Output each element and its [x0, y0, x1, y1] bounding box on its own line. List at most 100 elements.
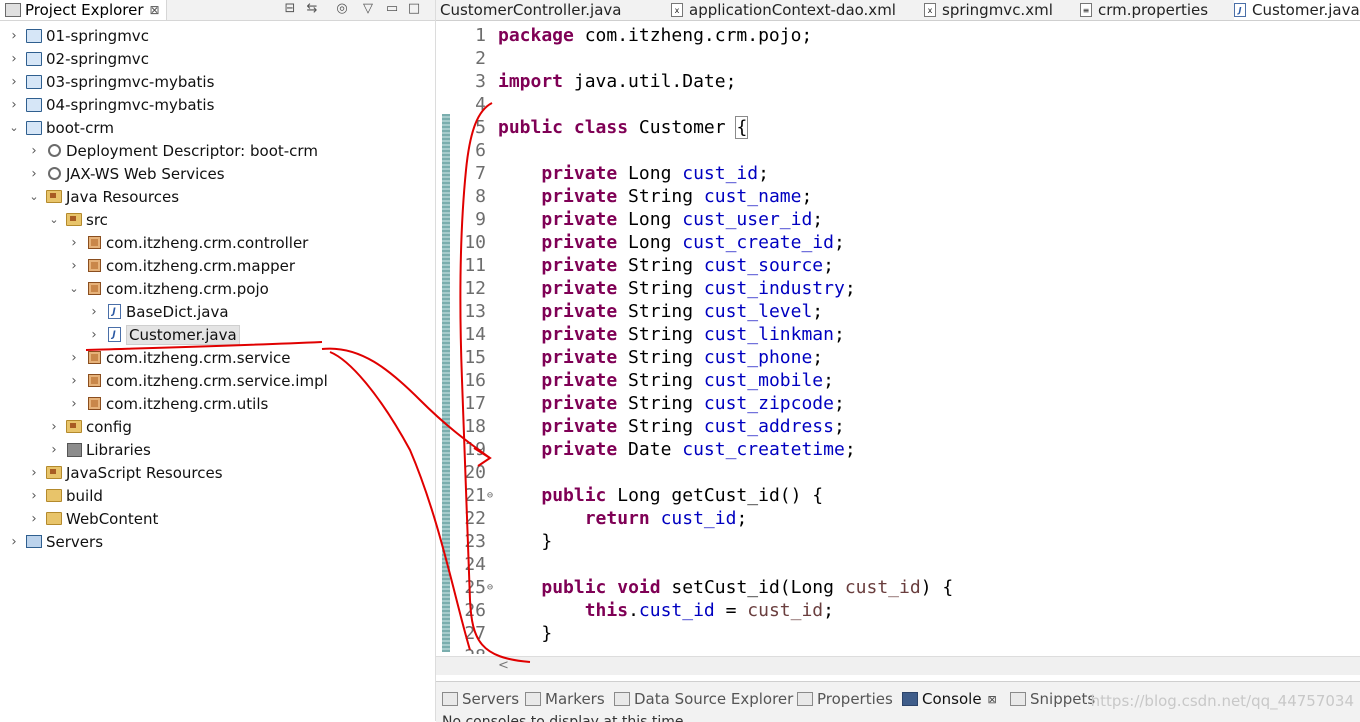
- chevron-right-icon[interactable]: ›: [47, 419, 61, 435]
- code-line[interactable]: 27 }: [452, 622, 1352, 645]
- chevron-right-icon[interactable]: ›: [67, 258, 81, 274]
- chevron-right-icon[interactable]: ›: [7, 51, 21, 67]
- fold-toggle-icon[interactable]: ⊖: [487, 576, 493, 599]
- code-line[interactable]: 26 this.cust_id = cust_id;: [452, 599, 1352, 622]
- code-line[interactable]: 23 }: [452, 530, 1352, 553]
- chevron-right-icon[interactable]: ›: [7, 534, 21, 550]
- chevron-right-icon[interactable]: ›: [7, 28, 21, 44]
- maximize-icon[interactable]: □: [405, 0, 423, 18]
- link-with-editor-icon[interactable]: ⇆: [303, 0, 321, 18]
- tab-data-source-explorer[interactable]: Data Source Explorer: [614, 688, 793, 710]
- tab-applicationcontext-dao-xml[interactable]: x applicationContext-dao.xml: [671, 0, 896, 20]
- chevron-right-icon[interactable]: ›: [67, 373, 81, 389]
- tab-console[interactable]: Console ⊠: [902, 688, 997, 710]
- code-line[interactable]: 14 private String cust_linkman;: [452, 323, 1352, 346]
- project-explorer-tab[interactable]: Project Explorer ⊠: [0, 0, 167, 20]
- chevron-down-icon[interactable]: ⌄: [8, 121, 20, 134]
- fold-toggle-icon[interactable]: ⊖: [487, 484, 493, 507]
- minimize-icon[interactable]: ▭: [383, 0, 401, 18]
- tree-item[interactable]: ⌄ src: [48, 208, 108, 231]
- tab-properties[interactable]: Properties: [797, 688, 893, 710]
- code-line[interactable]: 17 private String cust_zipcode;: [452, 392, 1352, 415]
- tree-item[interactable]: › J Customer.java: [88, 323, 240, 346]
- tree-item[interactable]: › Deployment Descriptor: boot-crm: [28, 139, 318, 162]
- close-icon[interactable]: ⊠: [988, 693, 997, 706]
- code-line[interactable]: 1 package com.itzheng.crm.pojo;: [452, 24, 1352, 47]
- tab-servers[interactable]: Servers: [442, 688, 519, 710]
- tab-markers[interactable]: Markers: [525, 688, 605, 710]
- code-line[interactable]: 6: [452, 139, 1352, 162]
- tree-item[interactable]: › 02-springmvc: [8, 47, 149, 70]
- code-line[interactable]: 28: [452, 645, 1352, 654]
- code-line[interactable]: 3 import java.util.Date;: [452, 70, 1352, 93]
- code-line[interactable]: 4: [452, 93, 1352, 116]
- code-line[interactable]: 16 private String cust_mobile;: [452, 369, 1352, 392]
- tree-item[interactable]: › com.itzheng.crm.controller: [68, 231, 308, 254]
- chevron-right-icon[interactable]: ›: [27, 488, 41, 504]
- code-line[interactable]: 25 ⊖ public void setCust_id(Long cust_id)…: [452, 576, 1352, 599]
- chevron-down-icon[interactable]: ⌄: [68, 282, 80, 295]
- tree-item[interactable]: › 03-springmvc-mybatis: [8, 70, 214, 93]
- code-line[interactable]: 24: [452, 553, 1352, 576]
- code-line[interactable]: 20: [452, 461, 1352, 484]
- tree-item[interactable]: › Libraries: [47, 438, 150, 461]
- tree-item[interactable]: › com.itzheng.crm.service: [67, 346, 290, 369]
- chevron-right-icon[interactable]: ›: [87, 327, 101, 343]
- code-line[interactable]: 22 return cust_id;: [452, 507, 1352, 530]
- chevron-right-icon[interactable]: ›: [7, 74, 21, 90]
- code-line[interactable]: 7 private Long cust_id;: [452, 162, 1352, 185]
- code-area[interactable]: 1 package com.itzheng.crm.pojo; 2 3 import j…: [452, 24, 1360, 654]
- tab-snippets[interactable]: Snippets: [1010, 688, 1095, 710]
- code-line[interactable]: 19 private Date cust_createtime;: [452, 438, 1352, 461]
- code-line[interactable]: 5 public class Customer {: [452, 116, 1352, 139]
- scroll-left-icon[interactable]: <: [498, 657, 509, 675]
- chevron-down-icon[interactable]: ⌄: [48, 213, 60, 226]
- tree-item[interactable]: ⌄ com.itzheng.crm.pojo: [68, 277, 268, 300]
- code-text: private Long cust_create_id;: [541, 232, 845, 253]
- code-line[interactable]: 18 private String cust_address;: [452, 415, 1352, 438]
- close-icon[interactable]: ⊠: [150, 3, 160, 17]
- tab-springmvc-xml[interactable]: x springmvc.xml: [924, 0, 1053, 20]
- view-menu-icon[interactable]: ▽: [359, 0, 377, 18]
- collapse-all-icon[interactable]: ⊟: [281, 0, 299, 18]
- chevron-down-icon[interactable]: ⌄: [28, 190, 40, 203]
- chevron-right-icon[interactable]: ›: [87, 304, 101, 320]
- tree-item[interactable]: ⌄ boot-crm: [8, 116, 114, 139]
- code-line[interactable]: 13 private String cust_level;: [452, 300, 1352, 323]
- tree-item[interactable]: › 04-springmvc-mybatis: [8, 93, 214, 116]
- tree-item[interactable]: ⌄ Java Resources: [28, 185, 179, 208]
- code-line[interactable]: 10 private Long cust_create_id;: [452, 231, 1352, 254]
- tree-item[interactable]: › com.itzheng.crm.mapper: [68, 254, 295, 277]
- code-line[interactable]: 8 private String cust_name;: [452, 185, 1352, 208]
- tree-item[interactable]: › config: [48, 415, 132, 438]
- chevron-right-icon[interactable]: ›: [67, 396, 81, 412]
- chevron-right-icon[interactable]: ›: [47, 442, 61, 458]
- code-line[interactable]: 12 private String cust_industry;: [452, 277, 1352, 300]
- chevron-right-icon[interactable]: ›: [7, 97, 21, 113]
- tree-item[interactable]: › build: [28, 484, 103, 507]
- tree-item[interactable]: › JAX-WS Web Services: [27, 162, 224, 185]
- tab-customer-java[interactable]: J Customer.java: [1234, 0, 1360, 20]
- chevron-right-icon[interactable]: ›: [27, 143, 41, 159]
- chevron-right-icon[interactable]: ›: [27, 166, 41, 182]
- tree-item[interactable]: › com.itzheng.crm.service.impl: [67, 369, 327, 392]
- tree-item[interactable]: › JavaScript Resources: [27, 461, 222, 484]
- chevron-right-icon[interactable]: ›: [67, 350, 81, 366]
- tab-crm-properties[interactable]: ≡ crm.properties: [1080, 0, 1208, 20]
- tree-item[interactable]: › J BaseDict.java: [87, 300, 228, 323]
- chevron-right-icon[interactable]: ›: [27, 465, 41, 481]
- tree-item[interactable]: › Servers: [8, 530, 103, 553]
- code-line[interactable]: 9 private Long cust_user_id;: [452, 208, 1352, 231]
- code-line[interactable]: 11 private String cust_source;: [452, 254, 1352, 277]
- tree-item[interactable]: › WebContent: [28, 507, 158, 530]
- horizontal-scrollbar[interactable]: <: [436, 656, 1360, 675]
- code-line[interactable]: 21 ⊖ public Long getCust_id() {: [452, 484, 1352, 507]
- chevron-right-icon[interactable]: ›: [67, 235, 81, 251]
- focus-icon[interactable]: ◎: [333, 0, 351, 18]
- code-line[interactable]: 2: [452, 47, 1352, 70]
- code-line[interactable]: 15 private String cust_phone;: [452, 346, 1352, 369]
- tab-customercontroller-java[interactable]: CustomerController.java: [440, 0, 621, 20]
- tree-item[interactable]: › 01-springmvc: [8, 24, 149, 47]
- chevron-right-icon[interactable]: ›: [27, 511, 41, 527]
- tree-item[interactable]: › com.itzheng.crm.utils: [68, 392, 268, 415]
